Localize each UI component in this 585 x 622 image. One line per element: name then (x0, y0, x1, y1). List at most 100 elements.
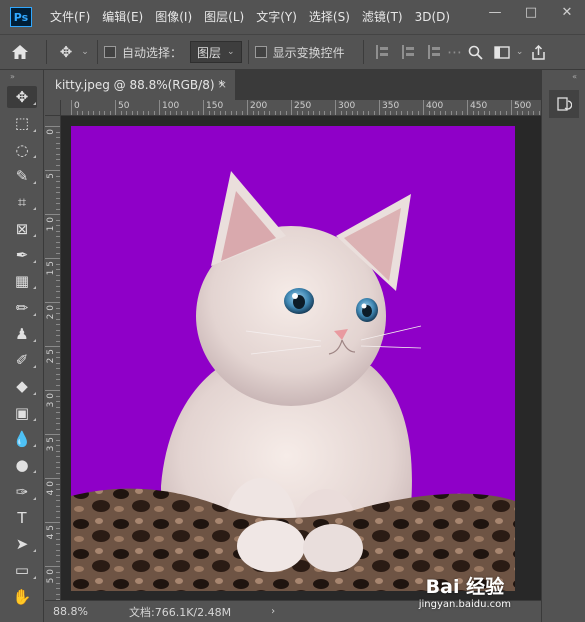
align-left-icon[interactable] (375, 45, 390, 59)
auto-select-label: 自动选择： (122, 45, 183, 60)
rectangle-tool-icon: ▭ (14, 561, 30, 580)
document-tab-title: kitty.jpeg @ 88.8%(RGB/8) * (55, 78, 225, 92)
auto-select-checkbox[interactable] (104, 46, 116, 58)
close-icon[interactable]: × (218, 78, 227, 91)
lasso-tool-icon: ◌ (15, 140, 29, 159)
path-select-tool[interactable]: ➤ (0, 531, 44, 557)
lasso-tool[interactable]: ◌ (0, 137, 44, 163)
ruler-label: 450 (470, 101, 488, 111)
separator (46, 40, 47, 64)
eraser-tool[interactable]: ◆ (0, 373, 44, 399)
menu-bar: Ps 文件(F) 编辑(E) 图像(I) 图层(L) 文字(Y) 选择(S) 滤… (0, 0, 585, 34)
menu-layer[interactable]: 图层(L) (198, 0, 250, 34)
ruler-major-tick (247, 100, 248, 115)
ruler-major-tick (71, 100, 72, 115)
history-panel-icon[interactable] (548, 90, 579, 118)
home-icon[interactable] (0, 38, 40, 66)
chevron-down-icon: ⌄ (227, 47, 235, 57)
quick-select-tool[interactable]: ✎ (0, 163, 44, 189)
document-window: kitty.jpeg @ 88.8%(RGB/8) * × 0 50 100 150 2… (45, 70, 541, 622)
ruler-major-tick (45, 258, 60, 259)
workspace-icon[interactable] (490, 38, 514, 66)
baidu-logo: Bai 经验 (425, 576, 505, 598)
ruler-label: 3 0 (46, 393, 56, 408)
chevron-right-icon[interactable]: › (271, 606, 275, 617)
ruler-major-tick (45, 214, 60, 215)
share-icon[interactable] (526, 38, 552, 66)
ruler-major-tick (45, 434, 60, 435)
minimize-button[interactable]: — (477, 0, 513, 24)
move-tool[interactable]: ✥ (0, 84, 44, 110)
ruler-major-tick (511, 100, 512, 115)
eraser-tool-icon: ◆ (16, 377, 28, 396)
pen-tool[interactable]: ✑ (0, 478, 44, 504)
ruler-label: 200 (250, 101, 268, 111)
ruler-label: 150 (206, 101, 224, 111)
align-center-icon[interactable] (401, 45, 416, 59)
history-brush-tool-icon: ✐ (15, 351, 29, 370)
canvas-area[interactable] (61, 116, 541, 600)
tool-group-indicator (33, 391, 36, 395)
dodge-tool[interactable]: ● (0, 452, 44, 478)
ruler-label: 3 5 (46, 437, 56, 452)
chevron-down-icon[interactable]: ⌄ (514, 38, 526, 66)
kitten-photo (71, 171, 515, 591)
show-transform-label: 显示变换控件 (272, 45, 345, 60)
document-tab[interactable]: kitty.jpeg @ 88.8%(RGB/8) * × (45, 70, 235, 100)
ruler-label: 2 5 (46, 349, 56, 364)
auto-select-target-dropdown[interactable]: 图层 ⌄ (190, 41, 242, 63)
brush-tool[interactable]: ✏ (0, 294, 44, 320)
gradient-tool[interactable]: ▣ (0, 400, 44, 426)
brush-tool-icon: ✏ (15, 298, 29, 317)
move-tool-preset-icon[interactable]: ✥ (53, 38, 79, 66)
ruler-major-tick (45, 346, 60, 347)
search-icon[interactable] (462, 38, 490, 66)
tool-group-indicator (33, 470, 36, 474)
tool-group-indicator (33, 549, 36, 553)
patch-tool-icon: ▦ (14, 272, 30, 291)
align-right-icon[interactable] (427, 45, 442, 59)
ruler-label: 0 (46, 129, 56, 135)
document-size-info[interactable]: 文档:766.1K/2.48M (129, 604, 231, 620)
ruler-label: 0 (74, 101, 80, 111)
ruler-major-tick (45, 522, 60, 523)
menu-type[interactable]: 文字(Y) (250, 0, 303, 34)
frame-tool[interactable]: ⊠ (0, 215, 44, 241)
menu-select[interactable]: 选择(S) (303, 0, 356, 34)
eyedropper-tool[interactable]: ✒ (0, 242, 44, 268)
ruler-label: 4 0 (46, 481, 56, 496)
kitten-image[interactable] (71, 126, 515, 591)
menu-filter[interactable]: 滤镜(T) (356, 0, 409, 34)
marquee-tool[interactable]: ⬚ (0, 110, 44, 136)
type-tool[interactable]: T (0, 505, 44, 531)
blur-tool[interactable]: 💧 (0, 426, 44, 452)
ruler-origin[interactable] (45, 100, 61, 116)
auto-select-target-value: 图层 (197, 45, 222, 60)
tool-group-indicator (33, 102, 36, 106)
menu-image[interactable]: 图像(I) (149, 0, 198, 34)
maximize-button[interactable]: □ (513, 0, 549, 24)
menu-edit[interactable]: 编辑(E) (96, 0, 149, 34)
crop-tool[interactable]: ⌗ (0, 189, 44, 215)
horizontal-ruler[interactable]: 0 50 100 150 200 250 300 350 400 450 500 (61, 100, 541, 116)
collapse-icon[interactable]: » (0, 70, 43, 84)
more-options-icon[interactable]: ⋯ (447, 38, 462, 66)
patch-tool[interactable]: ▦ (0, 268, 44, 294)
menu-3d[interactable]: 3D(D) (409, 0, 456, 34)
tool-group-indicator (33, 444, 36, 448)
rectangle-tool[interactable]: ▭ (0, 557, 44, 583)
stamp-tool[interactable]: ♟ (0, 321, 44, 347)
vertical-ruler[interactable]: 0 5 1 0 1 5 2 0 2 5 3 0 3 5 4 0 4 5 5 0 (45, 116, 61, 600)
hand-tool[interactable]: ✋ (0, 584, 44, 610)
menu-file[interactable]: 文件(F) (44, 0, 96, 34)
chevron-down-icon[interactable]: ⌄ (79, 38, 91, 66)
close-button[interactable]: ✕ (549, 0, 585, 24)
path-select-tool-icon: ➤ (15, 535, 29, 554)
zoom-level-field[interactable]: 88.8% (45, 605, 105, 618)
show-transform-checkbox[interactable] (254, 46, 267, 58)
collapse-icon[interactable]: « (542, 70, 585, 84)
photoshop-logo: Ps (10, 7, 32, 27)
history-brush-tool[interactable]: ✐ (0, 347, 44, 373)
tool-group-indicator (33, 496, 36, 500)
quick-select-tool-icon: ✎ (15, 167, 29, 186)
